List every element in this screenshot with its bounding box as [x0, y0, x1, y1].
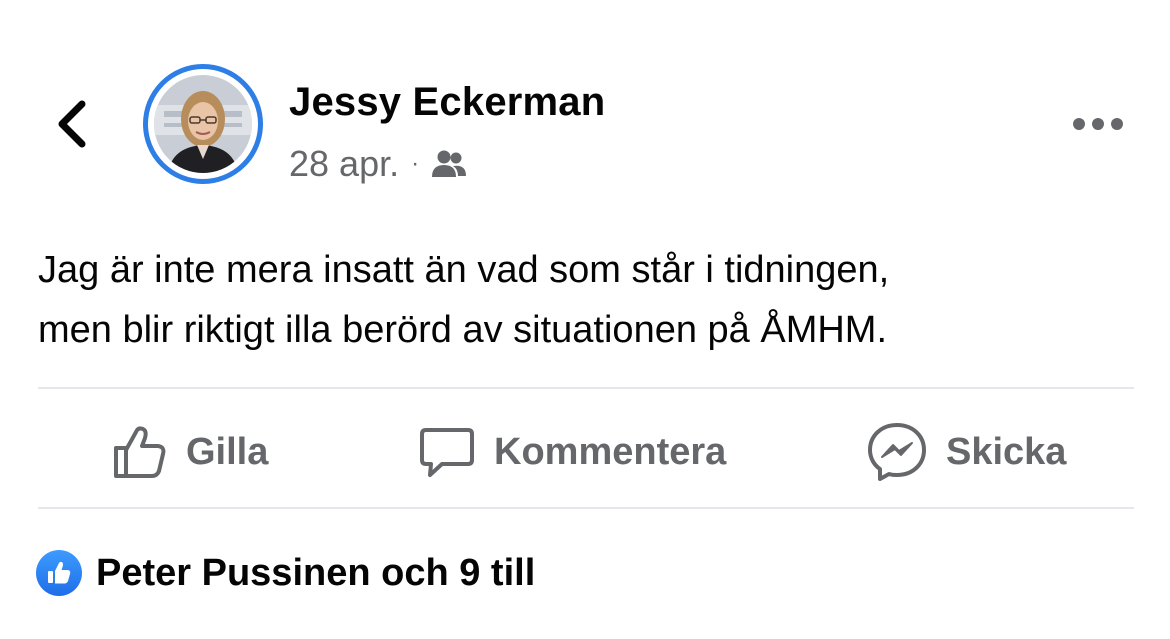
avatar-image — [154, 75, 252, 173]
post-text-line: men blir riktigt illa berörd av situatio… — [38, 309, 888, 351]
like-label: Gilla — [186, 430, 269, 473]
post-date[interactable]: 28 apr. — [289, 143, 399, 185]
ellipsis-icon — [1073, 118, 1123, 130]
send-button[interactable]: Skicka — [866, 412, 1066, 492]
messenger-icon — [868, 423, 926, 481]
post-text-line: Jag är inte mera insatt än vad som står … — [38, 249, 890, 291]
post-meta: 28 apr. · — [289, 140, 467, 188]
reactions-text: Peter Pussinen och 9 till — [96, 551, 536, 594]
friends-icon — [432, 150, 467, 177]
author-name[interactable]: Jessy Eckerman — [289, 80, 605, 125]
comment-button[interactable]: Kommentera — [418, 412, 726, 492]
like-badge-icon — [36, 550, 82, 596]
like-button[interactable]: Gilla — [112, 412, 268, 492]
meta-separator: · — [411, 150, 420, 177]
send-label: Skicka — [946, 430, 1067, 473]
reactions-summary[interactable]: Peter Pussinen och 9 till — [36, 543, 535, 603]
avatar[interactable] — [143, 64, 263, 184]
more-options-button[interactable] — [1068, 104, 1128, 144]
divider — [38, 507, 1134, 509]
comment-icon — [420, 428, 474, 477]
post-text: Jag är inte mera insatt än vad som står … — [38, 240, 1138, 360]
thumbs-up-icon — [114, 426, 166, 478]
back-button[interactable] — [48, 96, 96, 152]
comment-label: Kommentera — [494, 430, 727, 473]
chevron-left-icon — [58, 100, 86, 148]
divider — [38, 387, 1134, 389]
